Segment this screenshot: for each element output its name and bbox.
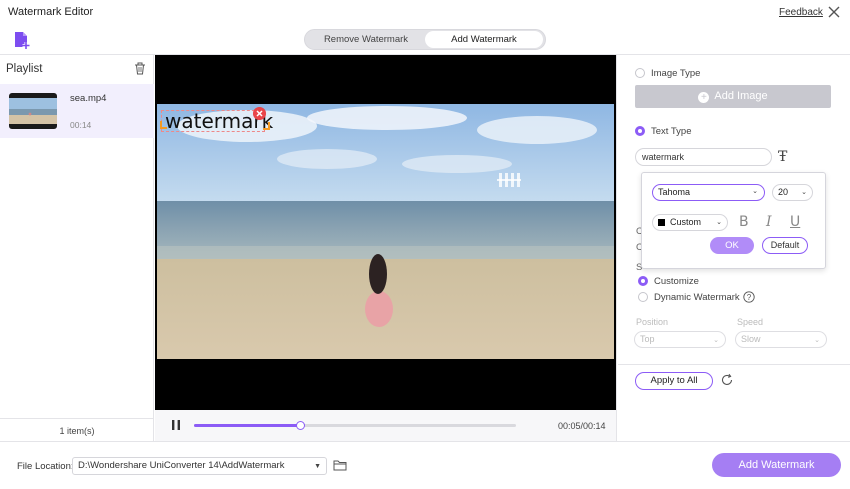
font-color-label: Custom <box>670 217 702 227</box>
chevron-down-icon: ⌄ <box>814 337 820 344</box>
file-location-value: D:\Wondershare UniConverter 14\AddWaterm… <box>78 460 285 471</box>
pause-icon[interactable] <box>170 419 182 431</box>
add-watermark-tab[interactable]: Add Watermark <box>425 31 543 48</box>
underline-button[interactable]: U <box>790 214 800 230</box>
help-icon[interactable]: ? <box>743 291 755 303</box>
apply-to-all-button[interactable]: Apply to All <box>635 372 713 390</box>
image-type-radio[interactable] <box>635 68 645 78</box>
default-button[interactable]: Default <box>762 237 808 254</box>
add-image-button[interactable]: + Add Image <box>635 85 831 108</box>
playlist-footer-divider <box>0 418 154 419</box>
font-size-value: 20 <box>778 187 789 197</box>
drag-handle-icon[interactable] <box>497 171 521 189</box>
plus-icon: + <box>698 92 710 103</box>
text-type-label: Text Type <box>651 126 692 137</box>
playlist-count: 1 item(s) <box>59 426 95 436</box>
trash-icon[interactable] <box>134 62 146 75</box>
chevron-down-icon: ▼ <box>314 463 321 470</box>
folder-icon[interactable] <box>333 459 347 471</box>
mode-toggle: Remove Watermark Add Watermark <box>304 29 546 50</box>
ok-button[interactable]: OK <box>710 237 754 254</box>
progress-fill <box>194 424 300 427</box>
position-value: Top <box>640 334 655 344</box>
svg-text:?: ? <box>747 293 752 302</box>
color-swatch <box>658 219 665 226</box>
panel-divider <box>618 364 850 365</box>
watermark-corner-handle[interactable] <box>160 121 167 129</box>
add-watermark-button[interactable]: Add Watermark <box>712 453 841 477</box>
close-icon[interactable] <box>826 4 842 20</box>
font-icon[interactable]: Ŧ <box>778 149 787 165</box>
chevron-down-icon: ⌄ <box>801 189 807 196</box>
text-type-radio[interactable] <box>635 126 645 136</box>
feedback-link[interactable]: Feedback <box>779 7 823 18</box>
bold-button[interactable]: B <box>739 214 749 230</box>
playlist-title: Playlist <box>6 63 43 75</box>
refresh-icon[interactable] <box>720 373 734 387</box>
speed-select[interactable]: Slow ⌄ <box>735 331 827 348</box>
playlist-item-duration: 00:14 <box>70 120 92 130</box>
customize-radio[interactable] <box>638 276 648 286</box>
image-type-label: Image Type <box>651 68 701 79</box>
font-family-value: Tahoma <box>658 187 691 197</box>
dynamic-watermark-radio[interactable] <box>638 292 648 302</box>
watermark-delete-icon[interactable] <box>253 107 266 120</box>
position-label: Position <box>636 317 669 327</box>
chevron-down-icon: ⌄ <box>713 337 719 344</box>
playlist-item-name: sea.mp4 <box>70 93 107 104</box>
add-file-icon[interactable] <box>12 30 32 50</box>
speed-label: Speed <box>737 317 764 327</box>
customize-label: Customize <box>654 276 699 287</box>
video-thumbnail[interactable] <box>9 93 57 129</box>
watermark-text-input[interactable]: watermark <box>635 148 772 166</box>
right-panel-divider <box>616 55 617 441</box>
dynamic-watermark-label: Dynamic Watermark <box>654 292 740 303</box>
font-family-select[interactable]: Tahoma ⌄ <box>652 184 765 201</box>
add-image-label: Add Image <box>714 90 768 102</box>
font-size-select[interactable]: 20 ⌄ <box>772 184 813 201</box>
watermark-resize-handle[interactable] <box>263 122 270 130</box>
window-title: Watermark Editor <box>8 6 94 18</box>
speed-value: Slow <box>741 334 761 344</box>
file-location-select[interactable]: D:\Wondershare UniConverter 14\AddWaterm… <box>72 457 327 475</box>
chevron-down-icon: ⌄ <box>752 188 758 195</box>
chevron-down-icon: ⌄ <box>716 219 722 226</box>
progress-knob[interactable] <box>296 421 305 430</box>
position-select[interactable]: Top ⌄ <box>634 331 726 348</box>
video-frame[interactable] <box>157 104 614 359</box>
footer-divider <box>0 441 850 442</box>
remove-watermark-tab[interactable]: Remove Watermark <box>307 31 425 48</box>
file-location-label: File Location: <box>17 461 74 472</box>
italic-button[interactable]: I <box>766 214 772 230</box>
time-display: 00:05/00:14 <box>558 421 606 431</box>
